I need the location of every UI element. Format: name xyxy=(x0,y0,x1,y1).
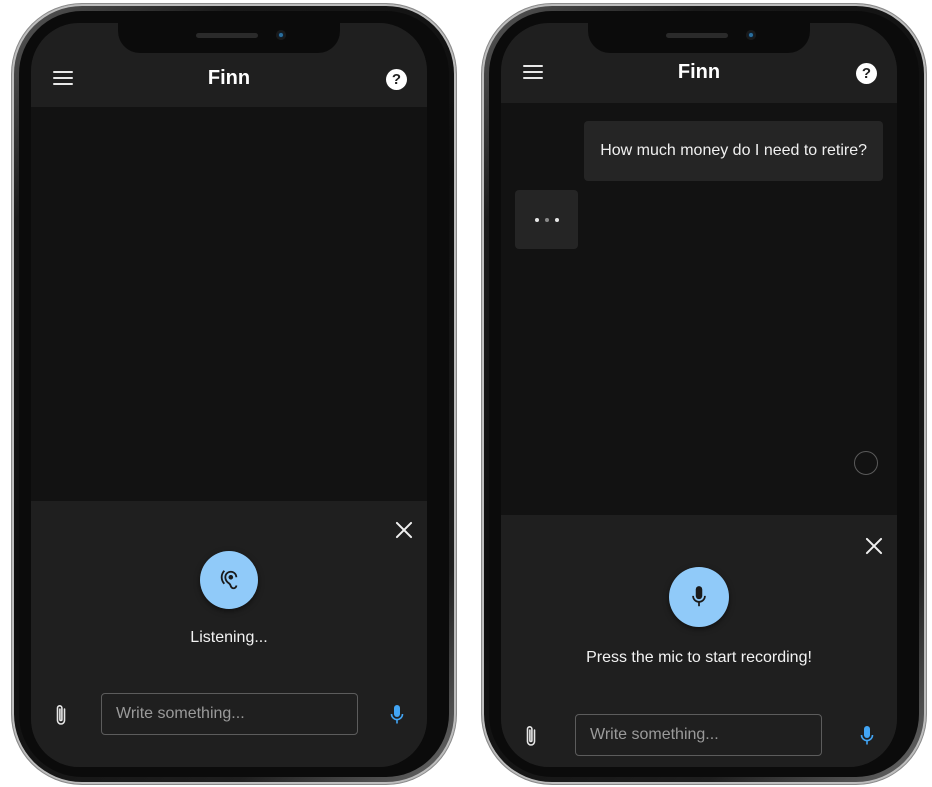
front-camera xyxy=(276,30,286,40)
microphone-icon[interactable] xyxy=(859,724,875,748)
microphone-icon[interactable] xyxy=(389,703,405,727)
speaker-grille xyxy=(196,33,258,38)
phone-frame-left: Finn ? Listening... xyxy=(12,4,456,784)
app-title: Finn xyxy=(207,67,251,89)
app-screen-idle: Finn ? How much money do I need to retir… xyxy=(501,23,897,767)
user-message-bubble: How much money do I need to retire? xyxy=(584,121,883,181)
composer xyxy=(31,693,427,735)
composer xyxy=(501,714,897,756)
close-icon[interactable] xyxy=(395,521,413,539)
chat-area: How much money do I need to retire? xyxy=(501,103,897,515)
message-input[interactable] xyxy=(575,714,822,756)
app-screen-listening: Finn ? Listening... xyxy=(31,23,427,767)
paperclip-icon[interactable] xyxy=(53,703,69,727)
recording-prompt: Press the mic to start recording! xyxy=(586,649,812,666)
notch xyxy=(588,23,810,53)
typing-dot xyxy=(545,218,549,222)
typing-dot xyxy=(535,218,539,222)
close-icon[interactable] xyxy=(865,537,883,555)
paperclip-icon[interactable] xyxy=(523,724,539,748)
help-icon[interactable]: ? xyxy=(856,63,877,84)
notch xyxy=(118,23,340,53)
listening-button[interactable] xyxy=(200,551,258,609)
typing-indicator xyxy=(515,190,578,249)
voice-panel: Press the mic to start recording! xyxy=(501,515,897,767)
app-title: Finn xyxy=(677,61,721,83)
microphone-icon xyxy=(692,586,706,607)
front-camera xyxy=(746,30,756,40)
phone-frame-right: Finn ? How much money do I need to retir… xyxy=(482,4,926,784)
speaker-grille xyxy=(666,33,728,38)
typing-dot xyxy=(555,218,559,222)
listening-status: Listening... xyxy=(190,629,268,646)
scroll-indicator[interactable] xyxy=(854,451,878,475)
chat-area xyxy=(31,107,427,501)
record-button[interactable] xyxy=(669,567,729,627)
voice-panel: Listening... xyxy=(31,501,427,767)
message-input[interactable] xyxy=(101,693,358,735)
ear-icon xyxy=(220,570,238,590)
help-icon[interactable]: ? xyxy=(386,69,407,90)
